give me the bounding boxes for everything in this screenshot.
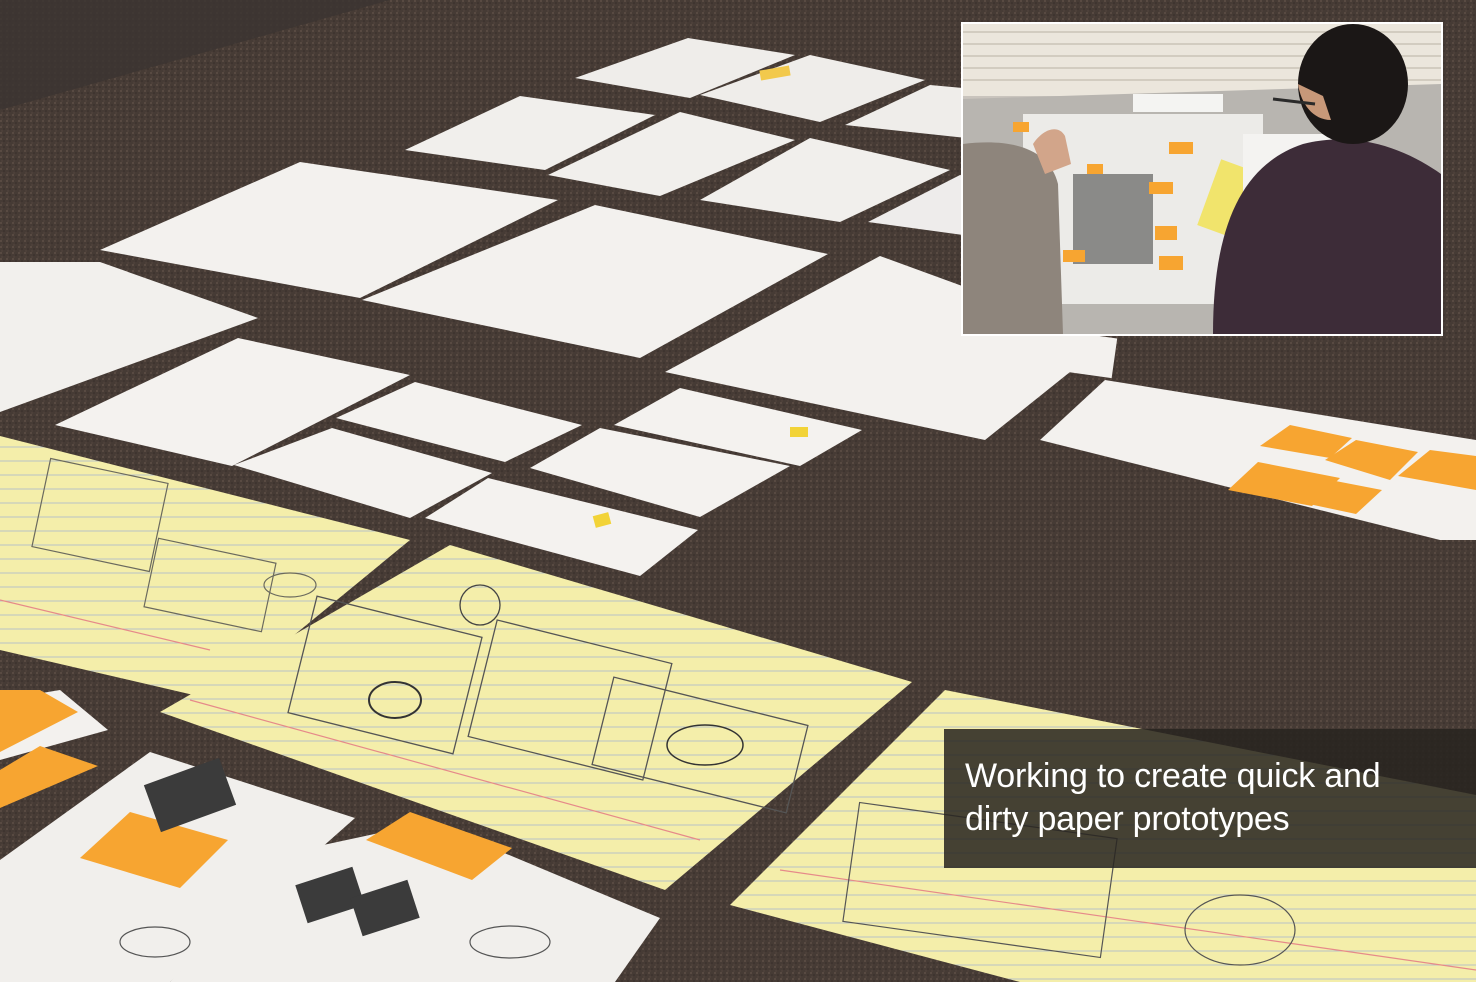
caption-line-2: dirty paper prototypes (965, 800, 1290, 838)
caption-line-1: Working to create quick and (965, 757, 1381, 795)
inset-photo (961, 22, 1443, 336)
photo-caption: Working to create quick and dirty paper … (944, 729, 1476, 868)
